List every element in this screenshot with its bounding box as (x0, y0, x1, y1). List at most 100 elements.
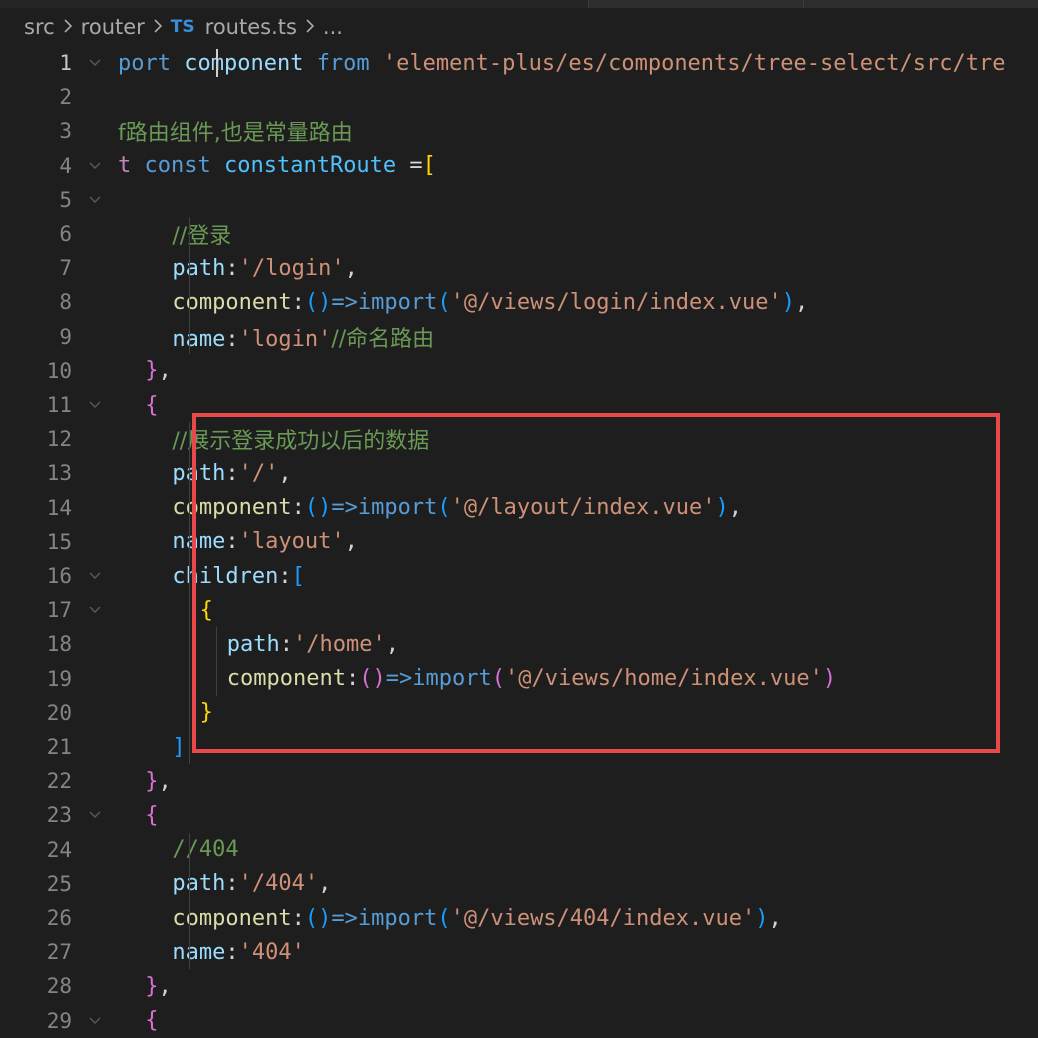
code-text[interactable]: name:'login'//命名路由 (118, 321, 434, 353)
code-line[interactable]: 23 { (0, 798, 1038, 832)
code-text[interactable]: name:'layout', (118, 529, 357, 554)
code-text[interactable]: //展示登录成功以后的数据 (118, 423, 429, 455)
chevron-down-icon[interactable] (72, 810, 118, 820)
code-text[interactable]: children:[ (118, 564, 304, 589)
code-text[interactable]: component:()=>import('@/views/404/index.… (118, 905, 781, 931)
code-text[interactable]: component:()=>import('@/views/login/inde… (118, 290, 808, 315)
code-token: name (172, 939, 226, 965)
code-line[interactable]: 6 //登录 (0, 217, 1038, 251)
code-line[interactable]: 26 component:()=>import('@/views/404/inde… (0, 901, 1038, 935)
code-line[interactable]: 16 children:[ (0, 559, 1038, 593)
chevron-down-icon[interactable] (72, 195, 118, 205)
code-token: import (357, 289, 438, 315)
breadcrumb-item-file[interactable]: routes.ts (205, 15, 297, 39)
code-line[interactable]: 2 (0, 80, 1038, 114)
chevron-down-icon[interactable] (72, 400, 118, 410)
code-line[interactable]: 7 path:'/login', (0, 251, 1038, 285)
chevron-down-icon[interactable] (72, 58, 118, 68)
code-token: component (172, 289, 292, 315)
chevron-down-icon[interactable] (72, 161, 118, 171)
code-line[interactable]: 11 { (0, 388, 1038, 422)
code-line[interactable]: 1 port component from 'element-plus/es/co… (0, 46, 1038, 80)
code-text[interactable]: path:'/home', (118, 632, 399, 657)
code-text[interactable]: path:'/login', (118, 255, 357, 281)
code-line[interactable]: 4 t const constantRoute =[ (0, 149, 1038, 183)
chevron-down-icon[interactable] (72, 1016, 118, 1026)
code-line[interactable]: 13 path:'/', (0, 456, 1038, 490)
code-line[interactable]: 3 f路由组件,也是常量路由 (0, 114, 1038, 148)
code-line[interactable]: 17 { (0, 593, 1038, 627)
code-text[interactable]: { (118, 803, 158, 828)
code-text[interactable]: port component from 'element-plus/es/com… (118, 51, 1005, 76)
code-text[interactable]: path:'/', (118, 461, 291, 486)
editor-tab[interactable] (588, 0, 803, 8)
code-token: , (794, 289, 809, 315)
code-line[interactable]: 22}, (0, 764, 1038, 798)
indent-guide (216, 627, 218, 696)
breadcrumb: src router TS routes.ts ... (0, 8, 1038, 46)
code-line[interactable]: 19 component:()=>import('@/views/home/ind… (0, 662, 1038, 696)
code-token: () (304, 905, 332, 931)
code-token: t (118, 153, 145, 179)
code-text[interactable]: }, (118, 358, 172, 383)
code-text[interactable]: component:()=>import('@/layout/index.vue… (118, 495, 742, 520)
code-token: const (144, 153, 224, 179)
code-line[interactable]: 29 { (0, 1004, 1038, 1038)
chevron-right-icon (63, 15, 73, 39)
editor-tab[interactable] (803, 0, 1038, 8)
code-line[interactable]: 9 name:'login'//命名路由 (0, 320, 1038, 354)
code-line[interactable]: 27 name:'404' (0, 935, 1038, 969)
code-text[interactable]: path:'/404', (118, 871, 331, 896)
code-text[interactable]: f路由组件,也是常量路由 (118, 115, 353, 147)
code-line[interactable]: 20} (0, 696, 1038, 730)
code-token: //命名路由 (331, 326, 435, 352)
code-text[interactable]: t const constantRoute =[ (118, 153, 436, 178)
code-token: = (396, 153, 423, 179)
code-token: component (172, 495, 292, 521)
code-text[interactable]: { (118, 1008, 158, 1033)
code-token: : (291, 495, 305, 521)
breadcrumb-ellipsis[interactable]: ... (323, 15, 343, 39)
code-line[interactable]: 18 path:'/home', (0, 627, 1038, 661)
code-line[interactable]: 24 //404 (0, 833, 1038, 867)
code-token: import (357, 905, 438, 931)
code-text[interactable]: }, (118, 974, 172, 999)
code-editor[interactable]: 1 port component from 'element-plus/es/co… (0, 46, 1038, 1038)
code-text[interactable]: { (118, 598, 213, 623)
code-text[interactable]: ] (118, 735, 185, 760)
line-number: 6 (59, 222, 72, 246)
line-number: 13 (46, 461, 72, 486)
code-line[interactable]: 21] (0, 730, 1038, 764)
code-line[interactable]: 25 path:'/404', (0, 867, 1038, 901)
code-token: component (226, 666, 347, 692)
code-token: f路由组件,也是常量路由 (118, 121, 353, 147)
text-cursor (216, 49, 218, 77)
code-text[interactable]: }, (118, 769, 172, 794)
code-line[interactable]: 10}, (0, 354, 1038, 388)
chevron-down-icon[interactable] (72, 605, 118, 615)
code-line[interactable]: 12 //展示登录成功以后的数据 (0, 422, 1038, 456)
editor-tab-strip (0, 0, 1038, 8)
line-number: 28 (46, 974, 72, 999)
code-text[interactable]: //404 (118, 837, 238, 862)
breadcrumb-item-router[interactable]: router (81, 15, 145, 39)
code-line[interactable]: 8 component:()=>import('@/views/login/ind… (0, 285, 1038, 319)
code-text[interactable]: } (118, 700, 213, 725)
code-token: port (118, 50, 185, 76)
line-number: 23 (46, 803, 72, 828)
code-text[interactable]: name:'404' (118, 939, 304, 965)
code-token: //展示登录成功以后的数据 (172, 429, 430, 455)
breadcrumb-item-src[interactable]: src (24, 15, 55, 39)
code-text[interactable]: { (118, 393, 158, 418)
code-token: path (172, 255, 226, 281)
code-line[interactable]: 28}, (0, 969, 1038, 1003)
code-line[interactable]: 14 component:()=>import('@/layout/index.v… (0, 491, 1038, 525)
code-token: : (225, 326, 239, 352)
code-line[interactable]: 5 (0, 183, 1038, 217)
code-line[interactable]: 15 name:'layout', (0, 525, 1038, 559)
code-text[interactable]: component:()=>import('@/views/home/index… (118, 666, 836, 691)
code-token: '@/views/home/index.vue' (505, 666, 823, 692)
code-token: ) (822, 666, 837, 692)
code-text[interactable]: //登录 (118, 218, 231, 250)
chevron-down-icon[interactable] (72, 571, 118, 581)
